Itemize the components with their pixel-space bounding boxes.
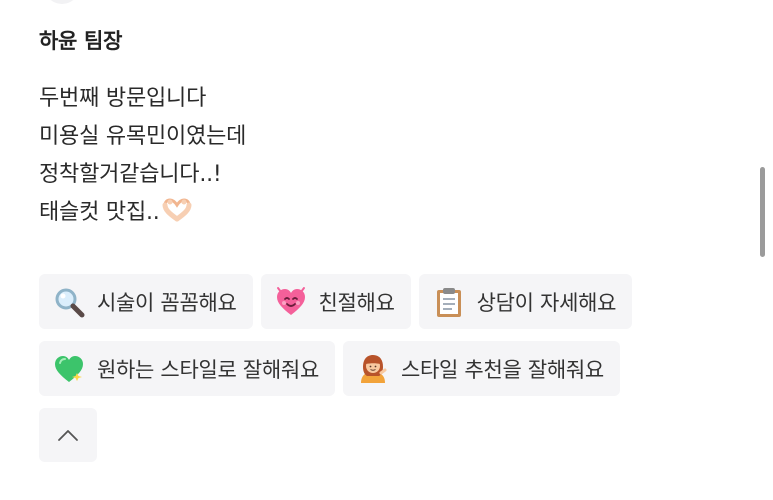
heart-hands-icon <box>162 197 192 235</box>
keyword-row: 원하는 스타일로 잘해줘요 스타일 추천을 잘해줘요 <box>39 341 632 396</box>
review-line: 미용실 유목민이였는데 <box>39 124 247 149</box>
scrollbar-thumb[interactable] <box>760 167 765 257</box>
keyword-chip[interactable]: 스타일 추천을 잘해줘요 <box>342 341 620 396</box>
review-line: 두번째 방문입니다 <box>39 86 207 111</box>
keyword-chip[interactable]: 상담이 자세해요 <box>418 274 633 329</box>
collapse-button[interactable] <box>39 408 97 462</box>
keyword-chip[interactable]: 친절해요 <box>260 274 411 329</box>
reviewer-name: 하윤 팀장 <box>39 29 123 53</box>
review-card: 하윤 팀장 두번째 방문입니다 미용실 유목민이였는데 정착할거같습니다..! … <box>0 0 773 500</box>
keyword-row: 시술이 꼼꼼해요 친절해요 상담이 자세해요 <box>39 274 633 329</box>
chevron-up-icon <box>58 430 78 441</box>
keyword-chip[interactable]: 시술이 꼼꼼해요 <box>39 274 253 329</box>
green-heart-icon <box>55 355 83 382</box>
review-line-with-emoji: 태슬컷 맛집.. <box>39 194 689 232</box>
review-text: 두번째 방문입니다 미용실 유목민이였는데 정착할거같습니다..! 태슬컷 맛집… <box>39 80 689 232</box>
keyword-chip-label: 시술이 꼼꼼해요 <box>97 290 237 315</box>
keyword-chip-label: 친절해요 <box>318 290 395 315</box>
keyword-chips: 시술이 꼼꼼해요 친절해요 상담이 자세해요 원하는 스타일로 잘해줘요 스타일… <box>39 274 633 408</box>
hairdresser-icon <box>360 354 387 383</box>
magnifier-icon <box>55 288 85 317</box>
keyword-chip-label: 원하는 스타일로 잘해줘요 <box>97 357 319 382</box>
avatar <box>44 0 80 4</box>
keyword-chip-label: 스타일 추천을 잘해줘요 <box>400 357 604 382</box>
keyword-chip-label: 상담이 자세해요 <box>476 290 617 315</box>
smiling-heart-icon <box>276 286 305 315</box>
review-line: 태슬컷 맛집.. <box>39 200 160 225</box>
review-line: 정착할거같습니다..! <box>39 162 222 187</box>
keyword-chip[interactable]: 원하는 스타일로 잘해줘요 <box>39 341 335 396</box>
clipboard-icon <box>436 287 461 317</box>
